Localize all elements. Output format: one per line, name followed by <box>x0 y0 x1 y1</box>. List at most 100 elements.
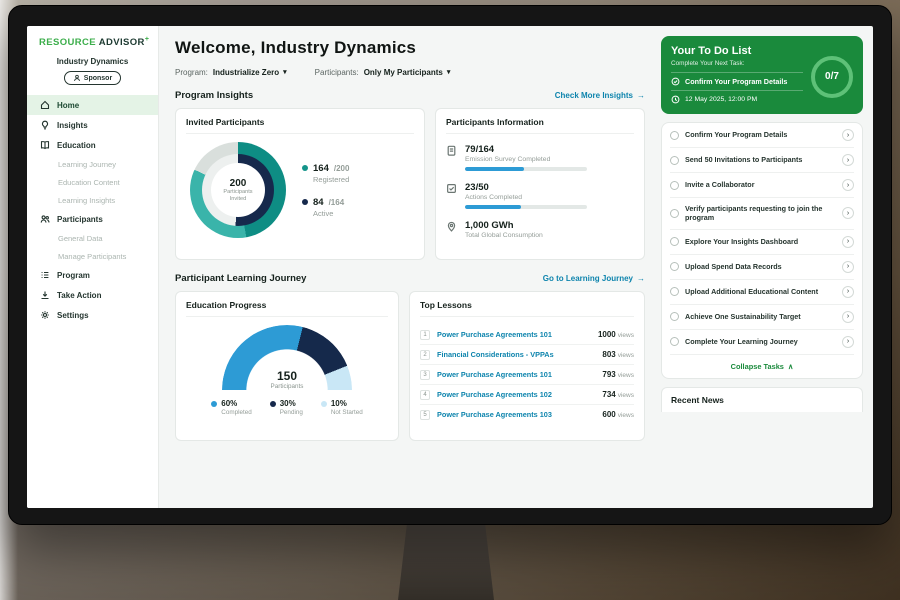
gauge-center-label: Participants <box>222 383 352 390</box>
participants-information-card: Participants Information 79/164 Emission… <box>435 108 645 260</box>
lesson-views: 1000views <box>598 330 634 339</box>
task-row[interactable]: Explore Your Insights Dashboard › <box>670 230 854 255</box>
sidebar-item-learning-journey[interactable]: Learning Journey <box>27 155 158 173</box>
legend-total: /200 <box>334 164 350 173</box>
progress-bar <box>465 205 587 209</box>
stat-row-emission-survey: 79/164 Emission Survey Completed <box>446 144 634 171</box>
brand-secondary: ADVISOR <box>99 37 145 48</box>
donut-legend: 164/200 Registered 84/164 Active <box>302 163 349 218</box>
donut-center-value: 200 <box>230 178 247 189</box>
task-checkbox[interactable] <box>670 156 679 165</box>
chevron-right-icon[interactable]: › <box>842 129 854 141</box>
legend-label: Registered <box>313 175 349 184</box>
task-row[interactable]: Achieve One Sustainability Target › <box>670 305 854 330</box>
donut-center-label: Participants Invited <box>217 189 259 203</box>
task-checkbox[interactable] <box>670 312 679 321</box>
lesson-title-link[interactable]: Power Purchase Agreements 103 <box>437 410 595 419</box>
todo-card: Your To Do List Complete Your Next Task:… <box>661 36 863 114</box>
task-checkbox[interactable] <box>670 287 679 296</box>
person-icon <box>73 74 81 82</box>
sidebar-item-education[interactable]: Education <box>27 135 158 155</box>
lesson-title-link[interactable]: Financial Considerations - VPPAs <box>437 350 595 359</box>
invited-participants-card: Invited Participants 200 Participants In… <box>175 108 425 260</box>
sidebar-item-program[interactable]: Program <box>27 265 158 285</box>
stat-label: Emission Survey Completed <box>465 156 587 163</box>
link-label: Go to Learning Journey <box>543 274 633 283</box>
chevron-right-icon[interactable]: › <box>842 179 854 191</box>
stat-label: Total Global Consumption <box>465 232 543 239</box>
legend-total: /164 <box>329 198 345 207</box>
lesson-rank: 2 <box>420 350 430 360</box>
lesson-rank: 3 <box>420 370 430 380</box>
lesson-title-link[interactable]: Power Purchase Agreements 101 <box>437 330 591 339</box>
legend-value: 164 <box>313 163 329 174</box>
lesson-row: 2 Financial Considerations - VPPAs 803vi… <box>420 345 634 365</box>
lesson-row: 5 Power Purchase Agreements 103 600views <box>420 405 634 424</box>
sidebar-item-manage-participants[interactable]: Manage Participants <box>27 247 158 265</box>
chevron-right-icon[interactable]: › <box>842 286 854 298</box>
nav-label: Take Action <box>57 291 101 300</box>
task-label: Verify participants requesting to join t… <box>685 204 836 223</box>
chevron-right-icon[interactable]: › <box>842 261 854 273</box>
legend-label: Active <box>313 209 349 218</box>
dashboard-screen: RESOURCE ADVISOR+ Industry Dynamics Spon… <box>27 26 873 508</box>
legend-dot <box>302 199 308 205</box>
stat-row-consumption: 1,000 GWh Total Global Consumption <box>446 220 634 239</box>
legend-item-active: 84/164 Active <box>302 197 349 218</box>
sidebar-item-participants[interactable]: Participants <box>27 209 158 229</box>
sidebar-item-insights[interactable]: Insights <box>27 115 158 135</box>
program-filter-label: Program: <box>175 68 208 77</box>
task-checkbox[interactable] <box>670 181 679 190</box>
sidebar-item-learning-insights[interactable]: Learning Insights <box>27 191 158 209</box>
task-label: Send 50 Invitations to Participants <box>685 155 836 164</box>
collapse-tasks-button[interactable]: Collapse Tasks ∧ <box>670 355 854 378</box>
sidebar-item-general-data[interactable]: General Data <box>27 229 158 247</box>
sidebar-item-home[interactable]: Home <box>27 95 158 115</box>
go-to-learning-journey-link[interactable]: Go to Learning Journey → <box>543 274 645 283</box>
task-row[interactable]: Verify participants requesting to join t… <box>670 198 854 230</box>
chevron-right-icon[interactable]: › <box>842 154 854 166</box>
survey-icon <box>446 145 457 156</box>
task-row[interactable]: Invite a Collaborator › <box>670 173 854 198</box>
lesson-views: 600views <box>602 410 634 419</box>
chevron-right-icon[interactable]: › <box>842 336 854 348</box>
chevron-right-icon[interactable]: › <box>842 207 854 219</box>
task-label: Confirm Your Program Details <box>685 130 836 139</box>
legend-dot <box>302 165 308 171</box>
lesson-rank: 5 <box>420 410 430 420</box>
chevron-right-icon[interactable]: › <box>842 236 854 248</box>
task-checkbox[interactable] <box>670 131 679 140</box>
todo-next-task: Confirm Your Program Details <box>685 77 787 86</box>
task-row[interactable]: Upload Spend Data Records › <box>670 255 854 280</box>
brand-logo: RESOURCE ADVISOR+ <box>27 36 158 48</box>
lesson-row: 3 Power Purchase Agreements 101 793views <box>420 365 634 385</box>
legend-item-pending: 30% Pending <box>270 399 303 416</box>
task-checkbox[interactable] <box>670 262 679 271</box>
participants-filter[interactable]: Only My Participants ▾ <box>364 68 451 77</box>
task-checkbox[interactable] <box>670 237 679 246</box>
check-more-insights-link[interactable]: Check More Insights → <box>555 91 645 100</box>
education-progress-card: Education Progress 150 Participants 60% … <box>175 291 399 441</box>
task-row[interactable]: Upload Additional Educational Content › <box>670 280 854 305</box>
lesson-title-link[interactable]: Power Purchase Agreements 101 <box>437 370 595 379</box>
sidebar-item-education-content[interactable]: Education Content <box>27 173 158 191</box>
lesson-title-link[interactable]: Power Purchase Agreements 102 <box>437 390 595 399</box>
nav-label: General Data <box>58 234 103 243</box>
chevron-right-icon[interactable]: › <box>842 311 854 323</box>
card-title: Top Lessons <box>420 300 634 317</box>
brand-primary: RESOURCE <box>39 37 96 48</box>
sidebar-item-take-action[interactable]: Take Action <box>27 285 158 305</box>
task-row[interactable]: Confirm Your Program Details › <box>670 123 854 148</box>
task-checkbox[interactable] <box>670 209 679 218</box>
sidebar-item-settings[interactable]: Settings <box>27 305 158 325</box>
program-filter[interactable]: Industrialize Zero ▾ <box>213 68 287 77</box>
sponsor-badge[interactable]: Sponsor <box>64 71 121 85</box>
next-task-row[interactable]: Confirm Your Program Details <box>671 72 803 90</box>
task-row[interactable]: Complete Your Learning Journey › <box>670 330 854 355</box>
stat-row-actions: 23/50 Actions Completed <box>446 182 634 209</box>
task-row[interactable]: Send 50 Invitations to Participants › <box>670 148 854 173</box>
program-filter-value: Industrialize Zero <box>213 68 279 77</box>
section-learning-journey: Participant Learning Journey Go to Learn… <box>175 273 645 284</box>
task-checkbox[interactable] <box>670 337 679 346</box>
legend-pct: 60% <box>221 399 237 408</box>
